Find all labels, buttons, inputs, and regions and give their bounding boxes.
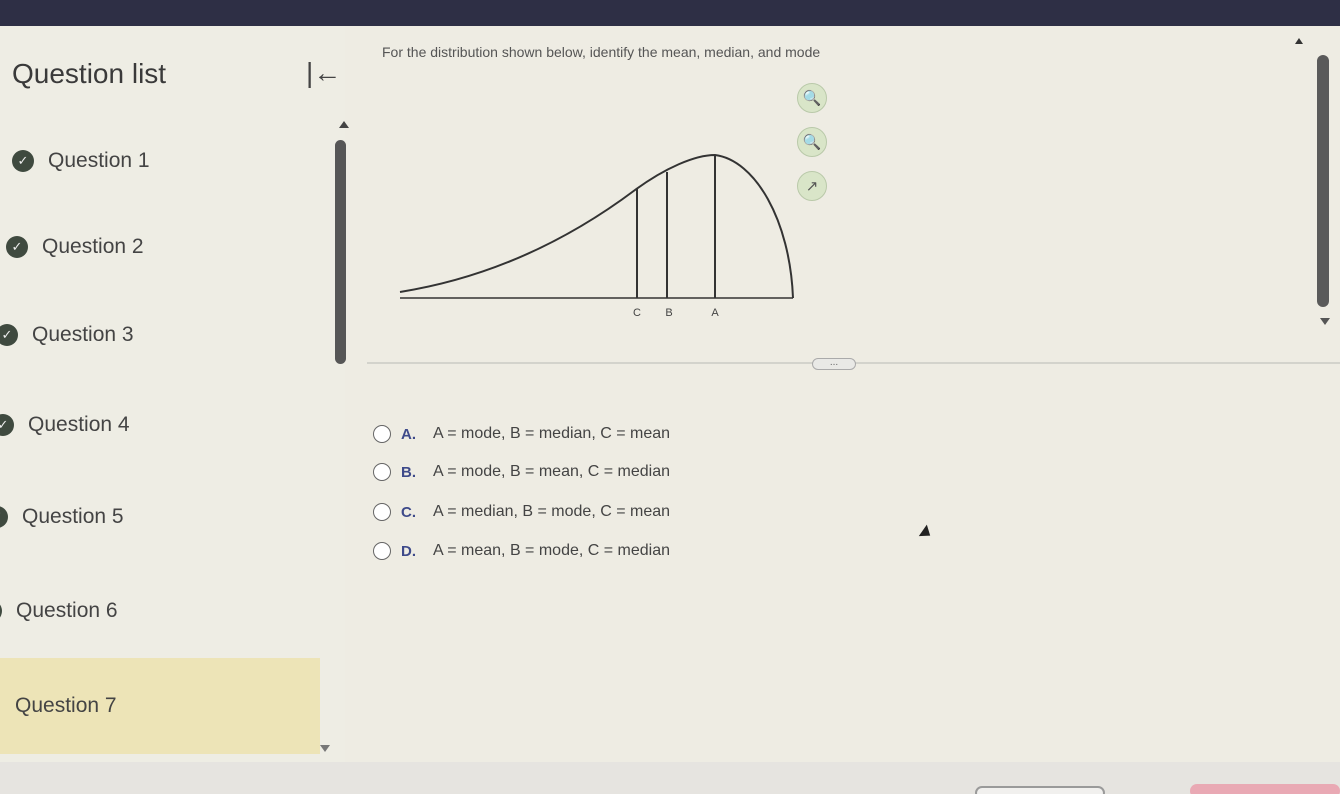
radio-button[interactable] <box>373 503 391 521</box>
radio-button[interactable] <box>373 542 391 560</box>
distribution-curve <box>399 153 794 299</box>
sidebar-item-label: Question 6 <box>16 599 118 622</box>
option-text: A = median, B = mode, C = mean <box>433 503 671 520</box>
bottom-button-right[interactable] <box>1190 784 1340 794</box>
sidebar-item-label: Question 1 <box>48 149 150 172</box>
sidebar-item-question-6[interactable]: ✓ Question 6 <box>0 591 118 631</box>
content-scrollbar[interactable] <box>1317 55 1329 307</box>
divider-handle[interactable]: ... <box>812 358 856 370</box>
scroll-up-icon[interactable] <box>1295 38 1303 44</box>
option-a[interactable]: A. A = mode, B = median, C = mean <box>373 421 670 447</box>
check-icon: ✓ <box>0 414 14 436</box>
scroll-up-icon[interactable] <box>339 121 349 128</box>
sidebar-scrollbar[interactable] <box>335 140 346 364</box>
option-letter: B. <box>401 463 416 481</box>
scroll-down-icon[interactable] <box>320 745 330 752</box>
sidebar-item-label: Question 4 <box>28 413 130 436</box>
radio-button[interactable] <box>373 425 391 443</box>
sidebar-item-question-3[interactable]: ✓ Question 3 <box>0 315 134 355</box>
sidebar-item-question-2[interactable]: ✓ Question 2 <box>6 227 144 267</box>
option-letter: C. <box>401 503 416 521</box>
sidebar-item-label: Question 5 <box>22 505 124 528</box>
question-list-panel <box>0 26 345 762</box>
sidebar-item-question-7[interactable]: Question 7 <box>0 658 320 754</box>
sidebar-item-question-1[interactable]: ✓ Question 1 <box>12 141 150 181</box>
option-text: A = mean, B = mode, C = median <box>433 542 671 559</box>
check-icon: ✓ <box>6 236 28 258</box>
option-b[interactable]: B. A = mode, B = mean, C = median <box>373 459 670 485</box>
sidebar-item-label: Question 2 <box>42 235 144 258</box>
bottom-button-left[interactable] <box>975 786 1105 794</box>
radio-button[interactable] <box>373 463 391 481</box>
mouse-cursor-icon <box>918 524 935 542</box>
distribution-figure: C B A <box>399 153 794 319</box>
sidebar-item-label: Question 7 <box>15 694 117 717</box>
option-letter: A. <box>401 425 416 443</box>
label-a: A <box>711 307 719 319</box>
scroll-down-icon[interactable] <box>1320 318 1330 325</box>
collapse-left-icon[interactable]: |← <box>306 55 346 91</box>
check-icon: ✓ <box>0 600 2 622</box>
option-text: A = mode, B = mean, C = median <box>433 463 671 480</box>
option-letter: D. <box>401 542 416 560</box>
label-b: B <box>665 307 672 319</box>
bottom-bar <box>0 762 1340 794</box>
check-icon: ✓ <box>0 506 8 528</box>
option-c[interactable]: C. A = median, B = mode, C = mean <box>373 499 670 525</box>
top-bar <box>0 0 1340 26</box>
sidebar-item-label: Question 3 <box>32 323 134 346</box>
check-icon: ✓ <box>0 324 18 346</box>
option-d[interactable]: D. A = mean, B = mode, C = median <box>373 538 670 564</box>
sidebar-item-question-5[interactable]: ✓ Question 5 <box>0 497 124 537</box>
option-text: A = mode, B = median, C = mean <box>433 425 671 442</box>
question-list-title: Question list <box>12 58 167 89</box>
sidebar-item-question-4[interactable]: ✓ Question 4 <box>0 405 130 445</box>
label-c: C <box>633 307 641 319</box>
question-prompt: For the distribution shown below, identi… <box>382 44 821 60</box>
check-icon: ✓ <box>12 150 34 172</box>
zoom-in-icon[interactable]: 🔍 <box>797 83 827 113</box>
